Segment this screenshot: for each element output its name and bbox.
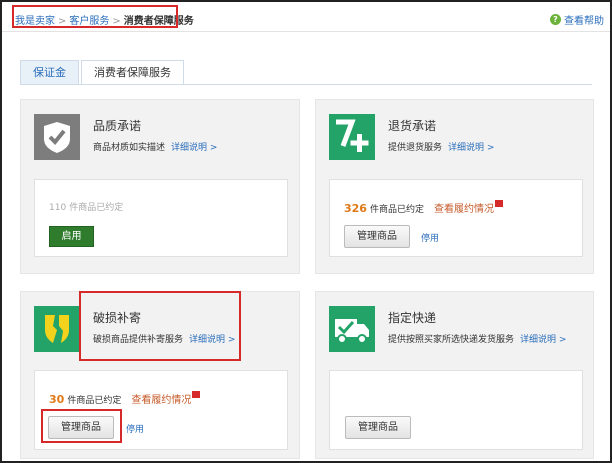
- service-card-courier: 指定快递 提供按照买家所选快递发货服务 详细说明 > 管理商品: [315, 291, 594, 459]
- service-desc: 商品材质如实描述 详细说明 >: [93, 140, 217, 153]
- service-desc-text: 提供按照买家所选快递发货服务: [388, 335, 515, 345]
- title-highlight-box: [79, 291, 241, 361]
- delivery-truck-icon: [329, 306, 375, 352]
- service-card-quality: 品质承诺 商品材质如实描述 详细说明 > 110 件商品已约定 启用: [20, 99, 300, 274]
- product-count-value: 326: [344, 202, 367, 215]
- tab-consumer-protection[interactable]: 消费者保障服务: [81, 60, 184, 85]
- detail-link[interactable]: 详细说明 >: [448, 143, 494, 153]
- enable-button[interactable]: 启用: [49, 226, 94, 247]
- service-panel: 管理商品: [329, 370, 583, 450]
- product-count: 30 件商品已约定 查看履约情况: [49, 391, 201, 406]
- hot-badge-icon: [192, 391, 201, 398]
- product-count: 110 件商品已约定: [49, 200, 123, 213]
- service-desc-text: 提供退货服务: [388, 143, 443, 153]
- detail-link[interactable]: 详细说明 >: [171, 143, 217, 153]
- service-card-return: 退货承诺 提供退货服务 详细说明 > 326 件商品已约定 查看履约情况 管理商品 停…: [315, 99, 594, 274]
- tab-underline: [20, 84, 592, 85]
- product-count: 326 件商品已约定 查看履约情况: [344, 200, 503, 215]
- view-fulfillment-link[interactable]: 查看履约情况: [434, 204, 494, 215]
- service-desc: 提供退货服务 详细说明 >: [388, 140, 494, 153]
- service-panel: 326 件商品已约定 查看履约情况 管理商品 停用: [329, 179, 583, 257]
- service-title: 品质承诺: [93, 119, 142, 133]
- button-highlight-box: [41, 409, 122, 443]
- seven-plus-icon: [329, 114, 375, 160]
- manage-products-button[interactable]: 管理商品: [344, 225, 410, 248]
- product-count-value: 110: [49, 203, 67, 213]
- service-title: 指定快递: [388, 311, 437, 325]
- detail-link[interactable]: 详细说明 >: [520, 335, 566, 345]
- shield-check-icon: [34, 114, 80, 160]
- disable-link[interactable]: 停用: [421, 231, 439, 244]
- broken-shield-icon: [34, 306, 80, 352]
- disable-link[interactable]: 停用: [126, 422, 144, 435]
- tab-deposit[interactable]: 保证金: [20, 60, 79, 85]
- manage-products-button[interactable]: 管理商品: [345, 416, 411, 439]
- help-label: 查看帮助: [564, 16, 604, 27]
- view-fulfillment-link[interactable]: 查看履约情况: [131, 395, 191, 406]
- service-desc-text: 商品材质如实描述: [93, 143, 166, 153]
- product-count-suffix: 件商品已约定: [69, 203, 124, 213]
- hot-badge-icon: [494, 200, 503, 207]
- service-title: 退货承诺: [388, 119, 437, 133]
- product-count-value: 30: [49, 393, 65, 406]
- question-circle-icon: ?: [550, 14, 561, 25]
- service-desc: 提供按照买家所选快递发货服务 详细说明 >: [388, 332, 566, 345]
- service-panel: 110 件商品已约定 启用: [34, 179, 288, 257]
- breadcrumb-highlight-box: [12, 5, 178, 28]
- product-count-suffix: 件商品已约定: [67, 396, 122, 406]
- help-link[interactable]: ? 查看帮助: [550, 12, 604, 27]
- tab-bar: 保证金 消费者保障服务: [20, 60, 186, 85]
- product-count-suffix: 件商品已约定: [369, 205, 424, 215]
